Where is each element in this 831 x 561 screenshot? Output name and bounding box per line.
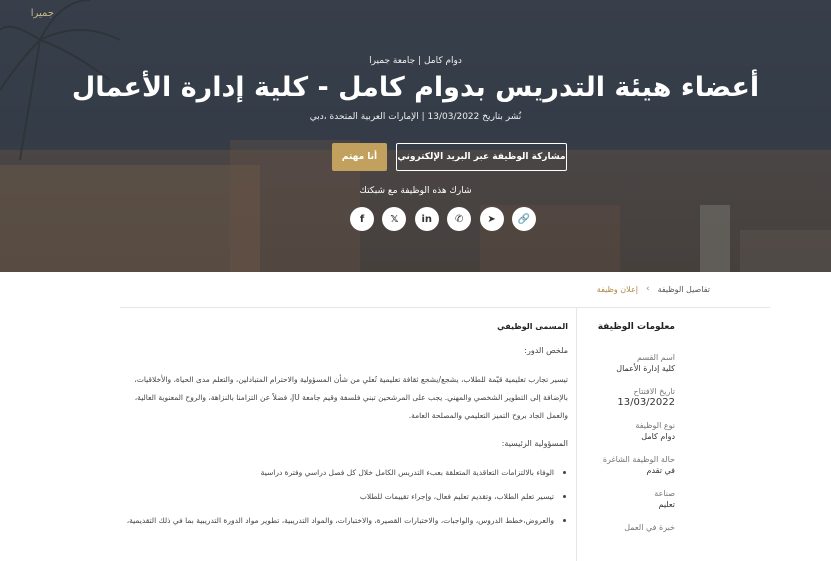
job-description: المسمى الوظيفي ملخص الدور: تيسير تجارب ت… [118,322,568,536]
info-value: دوام كامل [641,432,675,441]
job-info-sidebar: معلومات الوظيفة اسم القسم كلية إدارة الأ… [580,322,675,545]
whatsapp-icon-glyph: ✆ [454,213,464,225]
info-label: حالة الوظيفة الشاغرة [602,455,675,464]
x-icon[interactable]: 𝕏 [382,207,407,231]
responsibilities-list: الوفاء بالالتزامات التعاقدية المتعلقة بع… [118,464,568,530]
interested-button[interactable]: أنا مهتم [332,143,387,171]
summary-label: ملخص الدور: [524,346,568,355]
info-label: اسم القسم [637,353,675,362]
job-title-heading: المسمى الوظيفي [497,322,568,331]
hero-content: دوام كامل | جامعة جميرا أعضاء هيئة التدر… [0,0,831,272]
info-experience: خبرة في العمل [580,522,675,533]
list-item: تيسير تعلم الطلاب، وتقديم تعليم فعال، وإ… [118,488,568,506]
info-value: كلية إدارة الأعمال [616,364,675,373]
info-label: تاريخ الافتتاح [633,387,676,396]
column-divider [576,308,577,561]
info-vacancy-status: حالة الوظيفة الشاغرة في تقدم [580,454,675,476]
social-share-bar: 🔗 ➤ ✆ in 𝕏 f [350,207,536,231]
link-icon[interactable]: 🔗 [511,207,536,231]
telegram-icon[interactable]: ➤ [479,207,504,231]
info-industry: صناعة تعليم [580,488,675,510]
info-opening-date: تاريخ الافتتاح 13/03/2022 [580,386,675,408]
responsibilities-label: المسؤولية الرئيسية: [501,439,568,448]
info-label: صناعة [654,489,675,498]
summary-text: تيسير تجارب تعليمية قيّمة للطلاب، يشجع/ي… [134,375,568,420]
facebook-icon[interactable]: f [350,207,374,231]
info-job-type: نوع الوظيفة دوام كامل [580,420,675,442]
breadcrumb-link-job-ad[interactable]: إعلان وظيفة [597,285,638,294]
hero-banner: جميرا دوام كامل | جامعة جميرا أعضاء هيئة… [0,0,831,272]
divider [120,307,770,308]
breadcrumb-separator-icon: › [645,284,650,294]
share-label: شارك هذه الوظيفة مع شبكتك [359,186,472,196]
info-value: تعليم [658,500,675,509]
sidebar-title: معلومات الوظيفة [597,322,675,332]
share-email-button[interactable]: مشاركة الوظيفة عبر البريد الإلكتروني [396,143,567,171]
job-type-text: دوام كامل | جامعة جميرا [369,56,462,66]
info-value: في تقدم [646,466,675,475]
info-label: خبرة في العمل [624,523,675,532]
facebook-icon-glyph: f [359,213,365,225]
linkedin-icon-glyph: in [421,213,433,225]
list-item: الوفاء بالالتزامات التعاقدية المتعلقة بع… [118,464,568,482]
job-title: أعضاء هيئة التدريس بدوام كامل - كلية إدا… [71,72,760,103]
telegram-icon-glyph: ➤ [487,213,496,225]
x-icon-glyph: 𝕏 [390,213,399,225]
breadcrumb: تفاصيل الوظيفة › إعلان وظيفة [597,284,710,294]
info-department: اسم القسم كلية إدارة الأعمال [580,352,675,374]
info-value: 13/03/2022 [617,397,675,408]
link-icon-glyph: 🔗 [517,213,531,225]
job-meta: نُشر بتاريخ 13/03/2022 | الإمارات العربي… [309,112,522,122]
list-item: والعروض،خطط الدروس، والواجبات، والاختبار… [118,512,568,530]
breadcrumb-current: تفاصيل الوظيفة [657,284,710,294]
whatsapp-icon[interactable]: ✆ [447,207,472,231]
info-label: نوع الوظيفة [635,421,675,430]
linkedin-icon[interactable]: in [414,207,439,231]
